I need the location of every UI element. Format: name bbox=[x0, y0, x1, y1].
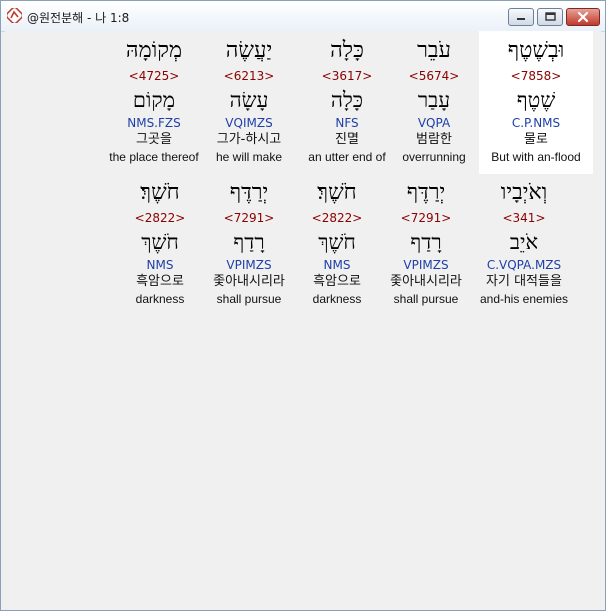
word-cell[interactable]: מְקוֹמָהּ <4725> מָקוֹם NMS.FZS 그곳을 the … bbox=[99, 35, 209, 165]
morph-code: NMS bbox=[146, 258, 174, 272]
english-gloss: the place thereof bbox=[109, 150, 199, 164]
app-window: @원전분해 - 나 1:8 וּבְשֶׁטֶף <7858> שֶׁטֶף C… bbox=[0, 0, 606, 611]
hebrew-lemma: חֹשֶׁךְ bbox=[141, 230, 179, 254]
hebrew-lemma: אֹיֵב bbox=[509, 230, 539, 254]
hebrew-lemma: עָשָׂה bbox=[229, 88, 269, 112]
morph-code: VQIMZS bbox=[225, 116, 273, 130]
close-button[interactable] bbox=[566, 8, 600, 26]
korean-gloss: 그가-하시고 bbox=[216, 132, 282, 147]
window-title: @원전분해 - 나 1:8 bbox=[27, 11, 130, 25]
maximize-icon bbox=[545, 12, 556, 21]
word-cell[interactable]: יַעֲשֶׂה <6213> עָשָׂה VQIMZS 그가-하시고 he … bbox=[194, 35, 304, 165]
morph-code: C.VQPA.MZS bbox=[486, 258, 562, 272]
korean-gloss: 자기 대적들을 bbox=[486, 274, 562, 289]
hebrew-lemma: מָקוֹם bbox=[132, 88, 176, 112]
korean-gloss: 진멸 bbox=[335, 132, 359, 147]
english-gloss: But with an-flood bbox=[491, 150, 581, 164]
close-icon bbox=[577, 11, 589, 23]
hebrew-word: יַעֲשֶׂה bbox=[225, 38, 273, 63]
morph-code: NMS.FZS bbox=[127, 116, 181, 130]
korean-gloss: 그곳을 bbox=[136, 132, 172, 147]
minimize-button[interactable] bbox=[508, 8, 534, 26]
hebrew-word: וְאֹיְבָיו bbox=[500, 180, 548, 205]
strong-number: <6213> bbox=[223, 69, 275, 83]
hebrew-lemma: כָּלָה bbox=[330, 88, 364, 112]
strong-number: <341> bbox=[502, 211, 546, 225]
english-gloss: an utter end of bbox=[308, 150, 386, 164]
minimize-icon bbox=[517, 18, 525, 20]
hebrew-word: וּבְשֶׁטֶף bbox=[507, 38, 565, 63]
english-gloss: darkness bbox=[135, 292, 185, 306]
korean-gloss: 물로 bbox=[524, 132, 548, 147]
word-cell[interactable]: וּבְשֶׁטֶף <7858> שֶׁטֶף C.P.NMS 물로 But … bbox=[481, 35, 591, 165]
word-cell[interactable]: חֹשֶׁךְ׃ <2822> חֹשֶׁךְ NMS 흑암으로 darknes… bbox=[105, 177, 215, 307]
english-gloss: and-his enemies bbox=[479, 292, 569, 306]
strong-number: <2822> bbox=[134, 211, 186, 225]
word-cell[interactable]: כָּלָה <3617> כָּלָה NFS 진멸 an utter end… bbox=[292, 35, 402, 165]
hebrew-word: חֹשֶׁךְ׃ bbox=[140, 180, 180, 205]
korean-gloss: 흑암으로 bbox=[136, 274, 184, 289]
word-analysis-panel: וּבְשֶׁטֶף <7858> שֶׁטֶף C.P.NMS 물로 But … bbox=[5, 31, 601, 607]
strong-number: <3617> bbox=[321, 69, 373, 83]
app-logo-icon bbox=[7, 8, 22, 23]
strong-number: <4725> bbox=[128, 69, 180, 83]
morph-code: C.P.NMS bbox=[511, 116, 561, 130]
hebrew-word: כָּלָה bbox=[330, 38, 364, 63]
word-cell[interactable]: וְאֹיְבָיו <341> אֹיֵב C.VQPA.MZS 자기 대적들… bbox=[469, 177, 579, 307]
strong-number: <7858> bbox=[510, 69, 562, 83]
hebrew-lemma: שֶׁטֶף bbox=[516, 88, 556, 112]
morph-code: NFS bbox=[335, 116, 359, 130]
hebrew-word: מְקוֹמָהּ bbox=[125, 38, 183, 63]
title-bar[interactable]: @원전분해 - 나 1:8 bbox=[1, 1, 605, 32]
english-gloss: he will make bbox=[215, 150, 283, 164]
maximize-button[interactable] bbox=[537, 8, 563, 26]
